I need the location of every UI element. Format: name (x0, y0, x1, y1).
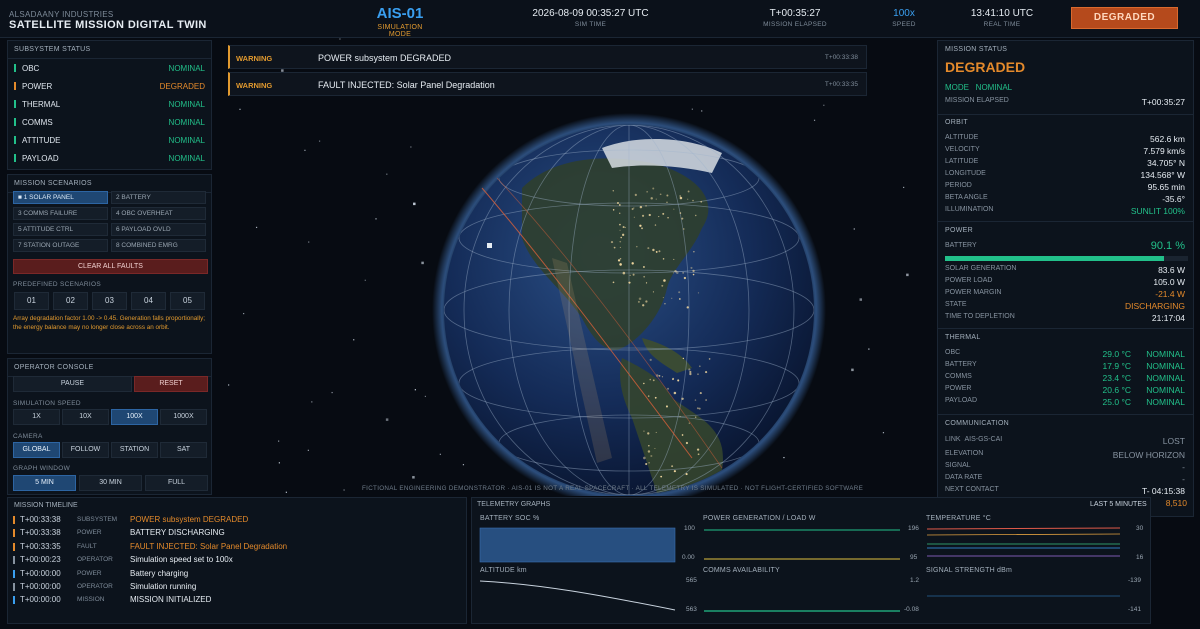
graph-window-button-5-min[interactable]: 5 MIN (13, 475, 76, 491)
predefined-scenario-02[interactable]: 02 (53, 292, 88, 310)
timeline-time: T+00:00:00 (20, 568, 61, 578)
camera-button-station[interactable]: STATION (111, 442, 158, 458)
scenario-button-1[interactable]: ■ 1 SOLAR PANEL (13, 191, 108, 204)
predefined-scenario-05[interactable]: 05 (170, 292, 205, 310)
timeline-message: Simulation speed set to 100x (130, 555, 233, 565)
scenario-button-4[interactable]: 4 OBC OVERHEAT (111, 207, 206, 220)
timeline-time: T+00:00:00 (20, 582, 61, 591)
timeline-indicator (13, 583, 15, 591)
timeline-message: MISSION INITIALIZED (130, 595, 212, 605)
timeline-category: POWER (77, 529, 102, 537)
timeline-row[interactable]: T+00:00:00 OPERATOR Simulation running (13, 580, 463, 593)
timeline-category: SUBSYSTEM (77, 516, 118, 523)
scenario-button-7[interactable]: 7 STATION OUTAGE (13, 239, 108, 252)
temperature-line-payload (926, 533, 1121, 536)
timeline-message: BATTERY DISCHARGING (130, 528, 225, 538)
altitude-line (479, 580, 676, 611)
timeline-message: Battery charging (130, 568, 189, 578)
timeline-row[interactable]: T+00:00:23 OPERATOR Simulation speed set t… (13, 553, 463, 566)
scenario-button-6[interactable]: 6 PAYLOAD OVLD (111, 223, 206, 236)
scenario-button-5[interactable]: 5 ATTITUDE CTRL (13, 223, 108, 236)
timeline-indicator (13, 556, 15, 565)
predefined-scenario-03[interactable]: 03 (92, 292, 127, 310)
scenario-button-3[interactable]: 3 COMMS FAILURE (13, 207, 108, 220)
camera-button-follow[interactable]: FOLLOW (62, 442, 109, 458)
timeline-indicator (13, 542, 15, 551)
timeline-row[interactable]: T+00:33:38 POWER BATTERY DISCHARGING (13, 526, 463, 539)
timeline-indicator (13, 596, 15, 605)
timeline-category: FAULT (77, 542, 97, 550)
timeline-row[interactable]: T+00:33:38 SUBSYSTEM POWER subsystem DEGRA… (13, 513, 463, 526)
timeline-category: MISSION (77, 596, 105, 604)
graph-window-button-30-min[interactable]: 30 MIN (79, 475, 142, 491)
timeline-row[interactable]: T+00:00:00 MISSION MISSION INITIALIZED (13, 593, 463, 606)
timeline-category: OPERATOR (77, 583, 113, 590)
speed-button-10x[interactable]: 10X (62, 409, 109, 425)
timeline-indicator (13, 516, 15, 524)
battery-soc-area (479, 527, 676, 563)
timeline-time: T+00:33:38 (20, 515, 61, 524)
timeline-message: POWER subsystem DEGRADED (130, 515, 249, 524)
camera-button-global[interactable]: GLOBAL (13, 442, 60, 458)
timeline-time: T+00:00:00 (20, 595, 61, 605)
speed-button-1x[interactable]: 1X (13, 409, 60, 425)
scenario-button-8[interactable]: 8 COMBINED EMRG (111, 239, 206, 252)
timeline-time: T+00:33:38 (20, 528, 61, 538)
timeline-message: Simulation running (130, 582, 197, 591)
graph-window-button-full[interactable]: FULL (145, 475, 208, 491)
timeline-category: OPERATOR (77, 556, 113, 564)
scenario-button-2[interactable]: 2 BATTERY (111, 191, 206, 204)
speed-button-100x[interactable]: 100X (111, 409, 158, 425)
timeline-category: POWER (77, 569, 102, 577)
temperature-line-obc (926, 527, 1121, 530)
timeline-time: T+00:00:23 (20, 555, 61, 565)
predefined-scenario-04[interactable]: 04 (131, 292, 166, 310)
camera-button-sat[interactable]: SAT (160, 442, 207, 458)
timeline-row[interactable]: T+00:33:35 FAULT FAULT INJECTED: Solar Pan… (13, 540, 463, 553)
app-root: ALSADAANY INDUSTRIES SATELLITE MISSION D… (0, 0, 1200, 629)
timeline-time: T+00:33:35 (20, 541, 61, 551)
speed-button-1000x[interactable]: 1000X (160, 409, 207, 425)
timeline-indicator (13, 569, 15, 578)
timeline-message: FAULT INJECTED: Solar Panel Degradation (130, 541, 288, 551)
timeline-row[interactable]: T+00:00:00 POWER Battery charging (13, 567, 463, 580)
timeline-indicator (13, 529, 15, 538)
predefined-scenario-01[interactable]: 01 (14, 292, 49, 310)
